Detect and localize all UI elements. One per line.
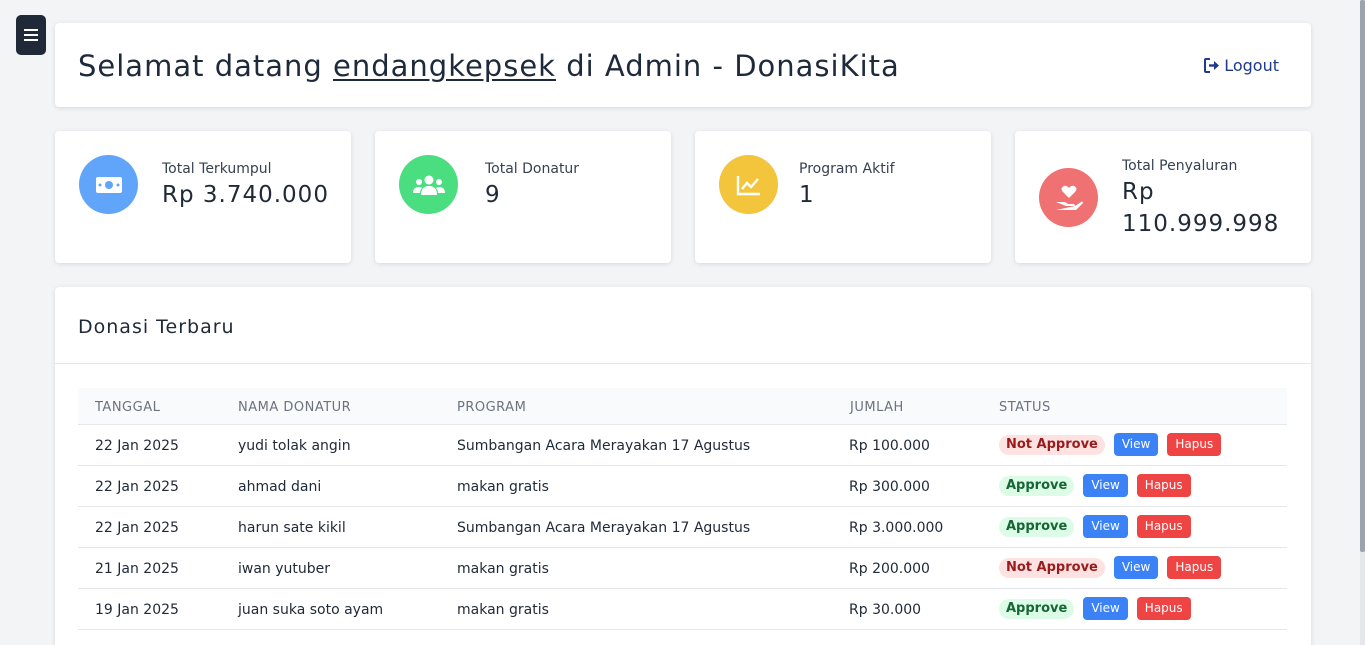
table-row: 19 Jan 2025 juan suka soto ayam makan grat… [78, 589, 1287, 630]
cell-date: 22 Jan 2025 [95, 438, 179, 454]
stat-card-total-penyaluran: Total Penyaluran Rp 110.999.998 [1015, 131, 1311, 263]
status-badge: Approve [999, 475, 1075, 496]
table-row: 22 Jan 2025 ahmad dani makan gratis Rp 300.… [78, 466, 1287, 507]
delete-button[interactable]: Hapus [1167, 556, 1222, 579]
welcome-prefix: Selamat datang [78, 49, 323, 83]
section-title: Donasi Terbaru [78, 316, 235, 338]
welcome-suffix: di Admin - DonasiKita [566, 49, 900, 83]
stat-label: Total Penyaluran [1122, 158, 1238, 174]
hand-holding-heart-icon [1055, 185, 1083, 210]
stat-card-total-terkumpul: Total Terkumpul Rp 3.740.000 [55, 131, 351, 263]
cell-amount: Rp 3.000.000 [849, 520, 944, 536]
cell-date: 22 Jan 2025 [95, 479, 179, 495]
status-badge: Approve [999, 598, 1075, 619]
cell-program: makan gratis [457, 479, 549, 495]
stat-icon-circle [1039, 168, 1098, 227]
cell-amount: Rp 100.000 [849, 438, 930, 454]
logout-label: Logout [1224, 56, 1279, 75]
money-bill-icon [95, 176, 122, 193]
username-link[interactable]: endangkepsek [333, 49, 556, 83]
welcome-header: Selamat datang endangkepsek di Admin - D… [55, 23, 1311, 107]
cell-donor-name: iwan yutuber [238, 561, 331, 577]
table-row: 22 Jan 2025 harun sate kikil Sumbangan Aca… [78, 507, 1287, 548]
cell-amount: Rp 300.000 [849, 479, 930, 495]
cell-amount: Rp 30.000 [849, 602, 922, 618]
logout-button[interactable]: Logout [1204, 56, 1279, 75]
column-header-status[interactable]: STATUS [999, 400, 1051, 415]
cell-status-actions: Approve View Hapus [999, 515, 1191, 538]
stat-label: Total Donatur [485, 161, 580, 177]
stat-icon-circle [79, 155, 138, 214]
stat-card-total-donatur: Total Donatur 9 [375, 131, 671, 263]
recent-donations-panel: Donasi Terbaru TANGGAL NAMA DONATUR PROG… [55, 287, 1311, 645]
table-header: TANGGAL NAMA DONATUR PROGRAM JUMLAH STAT… [78, 388, 1287, 425]
stat-value: Rp 3.740.000 [162, 182, 329, 208]
table-row: 22 Jan 2025 yudi tolak angin Sumbangan Aca… [78, 425, 1287, 466]
scrollbar-thumb[interactable] [1360, 0, 1365, 552]
status-badge: Approve [999, 516, 1075, 537]
stat-icon-circle [399, 155, 458, 214]
cell-donor-name: juan suka soto ayam [238, 602, 384, 618]
stat-label: Program Aktif [799, 161, 895, 177]
column-header-program[interactable]: PROGRAM [457, 400, 526, 415]
users-icon [412, 175, 445, 195]
cell-status-actions: Approve View Hapus [999, 474, 1191, 497]
cell-status-actions: Approve View Hapus [999, 597, 1191, 620]
delete-button[interactable]: Hapus [1136, 597, 1191, 620]
page-scrollbar[interactable] [1360, 0, 1365, 645]
column-header-jumlah[interactable]: JUMLAH [850, 400, 904, 415]
cell-status-actions: Not Approve View Hapus [999, 556, 1222, 579]
stat-value: 1 [799, 182, 815, 208]
stat-value: Rp 110.999.998 [1122, 179, 1280, 237]
stat-value: 9 [485, 182, 501, 208]
table-row: 21 Jan 2025 iwan yutuber makan gratis Rp 20… [78, 548, 1287, 589]
column-header-tanggal[interactable]: TANGGAL [95, 400, 160, 415]
sign-out-icon [1204, 58, 1220, 73]
cell-donor-name: harun sate kikil [238, 520, 346, 536]
view-button[interactable]: View [1113, 556, 1159, 579]
status-badge: Not Approve [999, 434, 1105, 455]
cell-donor-name: yudi tolak angin [238, 438, 351, 454]
cell-program: Sumbangan Acara Merayakan 17 Agustus [457, 520, 751, 536]
page-title: Selamat datang endangkepsek di Admin - D… [78, 49, 900, 83]
donations-table: TANGGAL NAMA DONATUR PROGRAM JUMLAH STAT… [78, 388, 1287, 630]
cell-date: 21 Jan 2025 [95, 561, 179, 577]
delete-button[interactable]: Hapus [1136, 474, 1191, 497]
menu-toggle-button[interactable] [16, 15, 46, 55]
column-header-nama-donatur[interactable]: NAMA DONATUR [238, 400, 351, 415]
hamburger-icon [24, 29, 38, 41]
view-button[interactable]: View [1083, 515, 1128, 538]
delete-button[interactable]: Hapus [1167, 433, 1222, 456]
view-button[interactable]: View [1083, 474, 1128, 497]
view-button[interactable]: View [1083, 597, 1128, 620]
stat-card-program-aktif: Program Aktif 1 [695, 131, 991, 263]
cell-program: Sumbangan Acara Merayakan 17 Agustus [457, 438, 751, 454]
cell-donor-name: ahmad dani [238, 479, 322, 495]
stat-icon-circle [719, 155, 778, 214]
cell-amount: Rp 200.000 [849, 561, 930, 577]
stat-label: Total Terkumpul [162, 161, 272, 177]
status-badge: Not Approve [999, 557, 1105, 578]
cell-status-actions: Not Approve View Hapus [999, 433, 1222, 456]
cell-program: makan gratis [457, 561, 549, 577]
cell-date: 22 Jan 2025 [95, 520, 179, 536]
cell-date: 19 Jan 2025 [95, 602, 179, 618]
delete-button[interactable]: Hapus [1136, 515, 1191, 538]
chart-line-icon [736, 175, 760, 195]
view-button[interactable]: View [1113, 433, 1159, 456]
cell-program: makan gratis [457, 602, 549, 618]
divider [55, 363, 1311, 364]
